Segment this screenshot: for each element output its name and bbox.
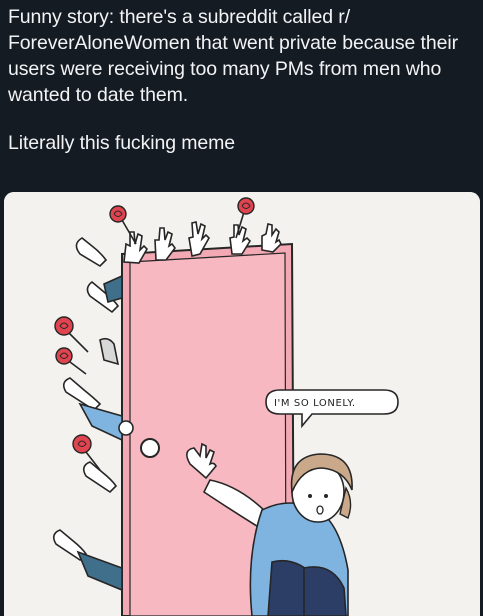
- meme-illustration: I'M SO LONELY.: [4, 192, 480, 616]
- tweet-text-paragraph: Funny story: there's a subreddit called …: [8, 6, 458, 106]
- speech-bubble-text: I'M SO LONELY.: [274, 398, 356, 409]
- meme-image[interactable]: I'M SO LONELY.: [4, 192, 480, 616]
- door-knob: [140, 438, 160, 458]
- tweet-post: Funny story: there's a subreddit called …: [0, 0, 483, 616]
- tweet-text-paragraph: Literally this fucking meme: [8, 132, 236, 154]
- tweet-text: Funny story: there's a subreddit called …: [8, 4, 478, 156]
